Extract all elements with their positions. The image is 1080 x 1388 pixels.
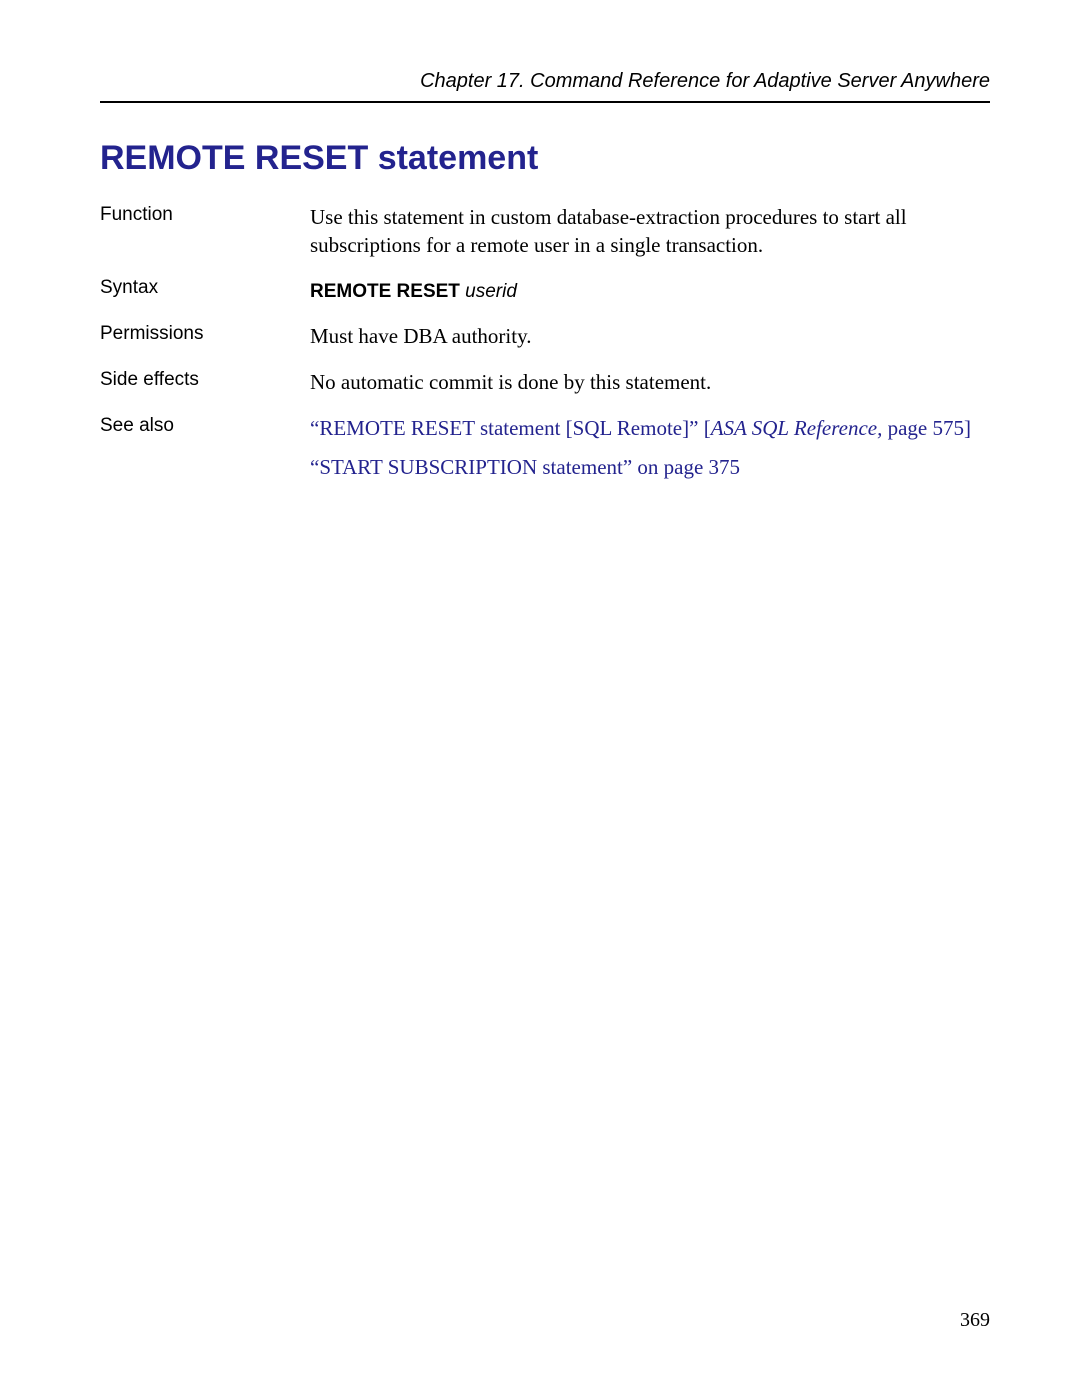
syntax-keyword: REMOTE RESET bbox=[310, 281, 460, 302]
syntax-param: userid bbox=[465, 281, 517, 302]
content-side-effects: No automatic commit is done by this stat… bbox=[310, 365, 990, 411]
label-function: Function bbox=[100, 200, 310, 273]
definition-table: Function Use this statement in custom da… bbox=[100, 200, 990, 496]
section-heading: REMOTE RESET statement bbox=[100, 139, 990, 178]
running-header: Chapter 17. Command Reference for Adapti… bbox=[100, 70, 990, 103]
link-text: “REMOTE RESET statement [SQL Remote]” bbox=[310, 416, 698, 440]
row-syntax: Syntax REMOTE RESET userid bbox=[100, 273, 990, 319]
label-permissions: Permissions bbox=[100, 319, 310, 365]
content-permissions: Must have DBA authority. bbox=[310, 319, 990, 365]
content-function: Use this statement in custom database-ex… bbox=[310, 200, 990, 273]
page: Chapter 17. Command Reference for Adapti… bbox=[0, 0, 1080, 1388]
ref-title: ASA SQL Reference, bbox=[711, 416, 883, 440]
row-permissions: Permissions Must have DBA authority. bbox=[100, 319, 990, 365]
ref-bracket-open: [ bbox=[698, 416, 710, 440]
label-side-effects: Side effects bbox=[100, 365, 310, 411]
row-function: Function Use this statement in custom da… bbox=[100, 200, 990, 273]
label-syntax: Syntax bbox=[100, 273, 310, 319]
ref-page: page 575] bbox=[882, 416, 971, 440]
label-see-also: See also bbox=[100, 411, 310, 496]
see-also-link-1[interactable]: “REMOTE RESET statement [SQL Remote]” [A… bbox=[310, 415, 990, 443]
row-side-effects: Side effects No automatic commit is done… bbox=[100, 365, 990, 411]
link-text: “START SUBSCRIPTION statement” on page 3… bbox=[310, 455, 740, 479]
content-see-also: “REMOTE RESET statement [SQL Remote]” [A… bbox=[310, 411, 990, 496]
page-number: 369 bbox=[960, 1309, 990, 1332]
row-see-also: See also “REMOTE RESET statement [SQL Re… bbox=[100, 411, 990, 496]
see-also-link-2[interactable]: “START SUBSCRIPTION statement” on page 3… bbox=[310, 454, 990, 482]
content-syntax: REMOTE RESET userid bbox=[310, 273, 990, 319]
